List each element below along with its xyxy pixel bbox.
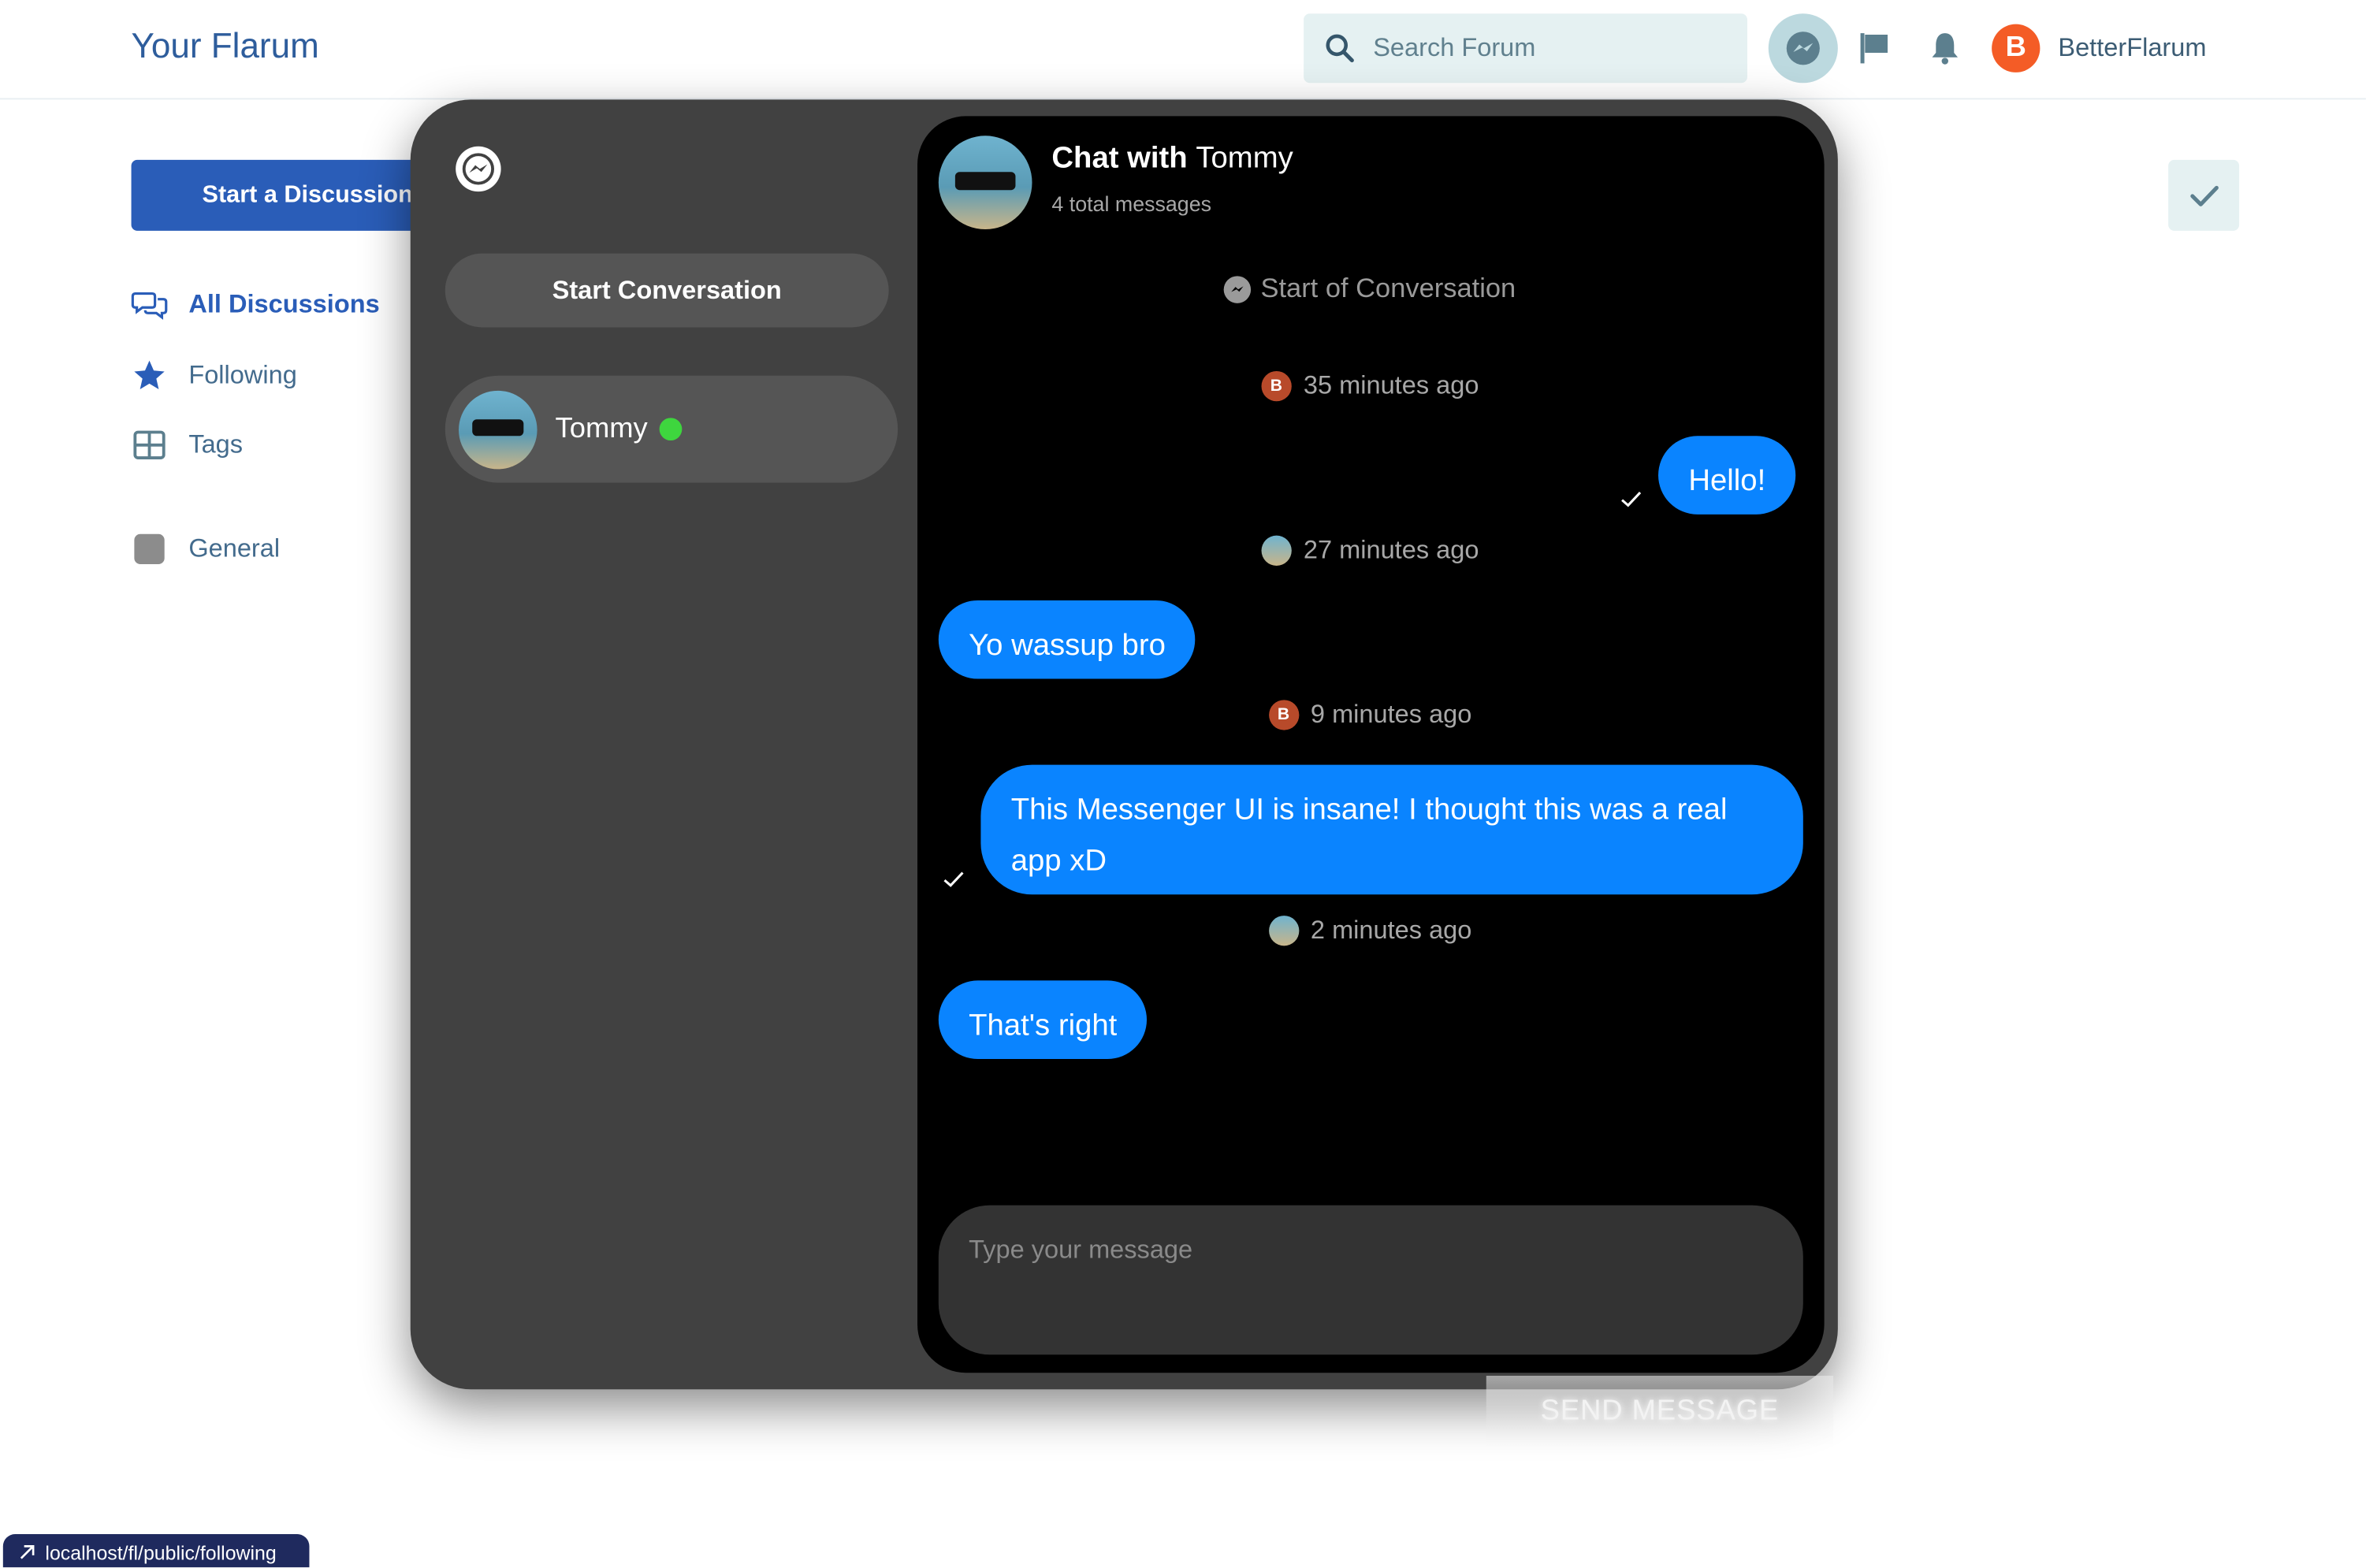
session-dropdown[interactable]: B BetterFlarum	[1992, 24, 2206, 72]
start-discussion-button[interactable]: Start a Discussion	[131, 159, 433, 231]
avatar	[1261, 535, 1292, 566]
message-timestamp: 27 minutes ago	[917, 535, 1825, 566]
site-header: Your Flarum Search Forum B BetterFlarum	[0, 0, 2366, 100]
check-icon	[2189, 184, 2218, 206]
notifications-button[interactable]	[1910, 13, 1980, 83]
tags-grid-icon	[132, 427, 168, 463]
bell-icon	[1932, 33, 1959, 65]
star-icon	[132, 358, 168, 394]
page: Your Flarum Search Forum B BetterFlarum …	[0, 0, 2366, 1568]
flags-button[interactable]	[1840, 13, 1909, 83]
nav-all-discussions[interactable]: All Discussions	[131, 287, 380, 323]
nav-label: Following	[188, 360, 297, 389]
message-timestamp: 2 minutes ago	[917, 916, 1825, 946]
conversation-name: Tommy	[555, 412, 648, 444]
message-input-placeholder: Type your message	[969, 1235, 1193, 1265]
send-message-button[interactable]: SEND MESSAGE	[1486, 1376, 1834, 1448]
avatar: B	[1261, 370, 1292, 402]
message-bubble-received[interactable]: Yo wassup bro	[938, 600, 1196, 679]
chat-avatar	[938, 136, 1032, 230]
start-conversation-button[interactable]: Start Conversation	[445, 253, 889, 328]
search-input[interactable]: Search Forum	[1304, 13, 1747, 84]
chat-title: Chat with Tommy	[1051, 141, 1293, 176]
message-bubble-sent[interactable]: This Messenger UI is insane! I thought t…	[980, 764, 1803, 895]
conversation-item[interactable]: Tommy	[445, 375, 898, 483]
read-check-icon	[943, 871, 964, 887]
nav-tags[interactable]: Tags	[132, 427, 244, 463]
message-input[interactable]: Type your message	[938, 1205, 1803, 1355]
chat-window: Chat with Tommy 4 total messages Start o…	[917, 116, 1825, 1373]
site-title[interactable]: Your Flarum	[132, 26, 319, 67]
message-timestamp: B 35 minutes ago	[917, 370, 1825, 402]
message-bubble-sent[interactable]: Hello!	[1658, 436, 1796, 515]
mark-all-read-button[interactable]	[2168, 159, 2240, 231]
nav-label: Tags	[188, 429, 244, 459]
search-icon	[1326, 34, 1354, 63]
nav-tag-general[interactable]: General	[132, 531, 281, 567]
messenger-icon	[1786, 32, 1820, 65]
comments-icon	[131, 287, 168, 323]
messenger-icon	[1224, 275, 1252, 303]
nav-label: General	[188, 533, 281, 563]
message-bubble-received[interactable]: That's right	[938, 980, 1148, 1059]
avatar: B	[1268, 700, 1299, 730]
flag-icon	[1860, 33, 1888, 64]
start-of-conversation: Start of Conversation	[917, 273, 1825, 305]
messenger-panel: Start Conversation Tommy Chat with Tommy…	[410, 99, 1838, 1390]
username: BetterFlarum	[2058, 33, 2207, 62]
nav-following[interactable]: Following	[132, 358, 297, 394]
avatar	[1268, 916, 1299, 946]
status-url-bar: localhost/fl/public/following	[2, 1534, 310, 1568]
avatar	[459, 389, 538, 469]
online-indicator	[660, 418, 683, 441]
tag-swatch	[134, 533, 165, 565]
search-placeholder: Search Forum	[1373, 33, 1536, 62]
avatar: B	[1992, 24, 2040, 72]
message-timestamp: B 9 minutes ago	[917, 700, 1825, 730]
messenger-button[interactable]	[1768, 13, 1838, 84]
messenger-logo-icon	[456, 146, 501, 192]
read-check-icon	[1621, 492, 1642, 507]
message-count: 4 total messages	[1051, 191, 1212, 216]
nav-label: All Discussions	[188, 289, 380, 318]
link-icon	[20, 1545, 35, 1559]
